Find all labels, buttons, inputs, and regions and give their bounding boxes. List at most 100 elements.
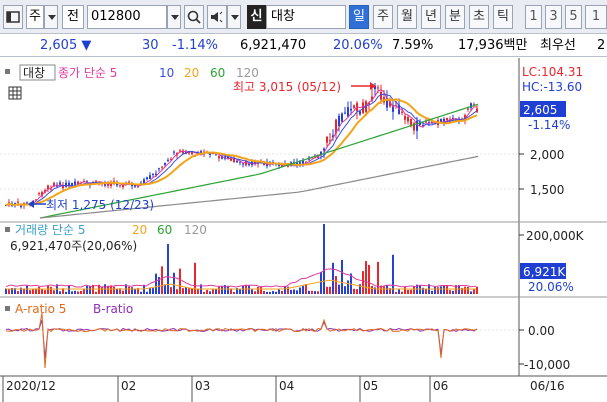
- period-tab-second[interactable]: 초: [469, 5, 489, 29]
- candle-body: [38, 193, 40, 195]
- interval-button-10[interactable]: 1: [585, 5, 607, 29]
- stock-name-value: 대창: [271, 9, 295, 24]
- price-tick-1500: 1,500: [530, 183, 564, 197]
- candle-body: [74, 181, 76, 185]
- credit-badge[interactable]: 신: [247, 5, 266, 29]
- candle-body: [410, 118, 412, 126]
- volume-bar: [173, 272, 175, 294]
- current-price-value: 2,605: [40, 38, 78, 53]
- volume-bar: [50, 286, 52, 294]
- volume-bar: [464, 286, 466, 294]
- volume-bar: [353, 288, 355, 294]
- grid-toggle-icon[interactable]: [8, 86, 22, 100]
- volume-bar: [311, 290, 313, 294]
- interval-button-3[interactable]: 3: [545, 5, 562, 29]
- volume-panel-handle-icon[interactable]: [5, 227, 10, 232]
- period-tab-week-label: 주: [377, 9, 389, 24]
- candle-body: [149, 175, 151, 179]
- x-label-06: 06: [433, 379, 448, 393]
- volume-bar: [320, 271, 322, 294]
- window-menu-icon[interactable]: [3, 5, 23, 29]
- volume-bar: [146, 291, 148, 294]
- stock-code-input[interactable]: 012800: [87, 5, 167, 29]
- volume-bar: [26, 285, 28, 294]
- candle-body: [152, 173, 154, 175]
- candle-body: [248, 164, 250, 166]
- volume-ma120-label: 120: [184, 223, 207, 237]
- ratio-panel-handle-icon[interactable]: [5, 306, 10, 311]
- toolbar: 주 전 012800 신 대창 일 주 월 년 분 초 틱 1 3 5 1: [0, 0, 607, 34]
- volume-bar: [74, 290, 76, 294]
- volume-bar: [269, 291, 271, 294]
- candle-body: [287, 166, 289, 168]
- candle-body: [218, 156, 220, 159]
- period-tab-week[interactable]: 주: [373, 5, 393, 29]
- candle-body: [404, 115, 406, 120]
- volume-bar: [161, 266, 163, 294]
- stock-name-field[interactable]: 대창: [266, 5, 346, 29]
- volume-bar: [188, 288, 190, 294]
- volume-bar: [212, 289, 214, 294]
- interval-label-10: 1: [591, 9, 601, 24]
- volume-bar: [329, 286, 331, 294]
- volume-bar: [32, 288, 34, 294]
- volume-bar: [281, 290, 283, 294]
- volume-bar: [59, 291, 61, 294]
- volume-bar: [296, 290, 298, 294]
- period-tab-second-label: 초: [473, 9, 485, 24]
- volume-bar: [80, 290, 82, 294]
- volume-bar: [242, 285, 244, 294]
- volume-bar: [8, 288, 10, 294]
- price-tick-2000: 2,000: [530, 148, 564, 162]
- search-button[interactable]: [184, 5, 204, 29]
- volume-bar: [425, 289, 427, 294]
- interval-button-5[interactable]: 5: [565, 5, 582, 29]
- volume-bar: [278, 289, 280, 294]
- panel-handle-icon[interactable]: [5, 69, 10, 74]
- interval-button-1[interactable]: 1: [525, 5, 542, 29]
- candle-body: [95, 180, 97, 182]
- x-label-04: 04: [279, 379, 294, 393]
- volume-bar: [248, 285, 250, 294]
- period-tab-year[interactable]: 년: [421, 5, 441, 29]
- candle-body: [344, 112, 346, 114]
- candle-body: [338, 115, 340, 127]
- stock-code-dropdown[interactable]: [167, 5, 181, 29]
- hc-value: HC:-13.60: [522, 80, 582, 94]
- period-tab-year-label: 년: [425, 9, 437, 24]
- candle-body: [341, 113, 343, 122]
- volume-bar: [251, 289, 253, 294]
- a-ratio-label: A-ratio 5: [15, 302, 66, 316]
- sound-button[interactable]: [207, 5, 227, 29]
- volume-bar: [164, 284, 166, 294]
- period-tab-minute[interactable]: 분: [445, 5, 465, 29]
- volume-bar: [365, 261, 367, 294]
- period-tab-month[interactable]: 월: [397, 5, 417, 29]
- sound-dropdown[interactable]: [227, 5, 241, 29]
- volume-bar: [293, 289, 295, 294]
- chart-svg[interactable]: 대창 종가 단순 5 10 20 60 120 최고 3,015 (05/12)…: [0, 58, 607, 402]
- market-type-select[interactable]: 주: [26, 5, 44, 29]
- volume-bar: [203, 291, 205, 294]
- volume-bar: [467, 286, 469, 294]
- volume-bar: [410, 289, 412, 294]
- stock-chart[interactable]: 대창 종가 단순 5 10 20 60 120 최고 3,015 (05/12)…: [0, 58, 607, 402]
- volume-bar: [335, 276, 337, 294]
- volume-bar: [95, 291, 97, 294]
- volume-bar: [83, 288, 85, 294]
- market-type-dropdown[interactable]: [44, 5, 58, 29]
- period-tab-tick[interactable]: 틱: [493, 5, 513, 29]
- period-tab-day[interactable]: 일: [349, 5, 369, 29]
- candle-body: [401, 111, 403, 113]
- period-tab-month-label: 월: [401, 9, 413, 24]
- volume-bar: [332, 262, 334, 294]
- volume-bar: [47, 285, 49, 294]
- candle-body: [467, 108, 469, 110]
- price-panel-stock-tag: 대창: [23, 66, 45, 80]
- candle-body: [242, 163, 244, 165]
- lc-value: LC:104.31: [522, 65, 583, 79]
- volume-bar: [206, 289, 208, 294]
- volume-bar: [257, 287, 259, 294]
- all-toggle-button[interactable]: 전: [62, 5, 84, 29]
- volume-bar: [413, 286, 415, 294]
